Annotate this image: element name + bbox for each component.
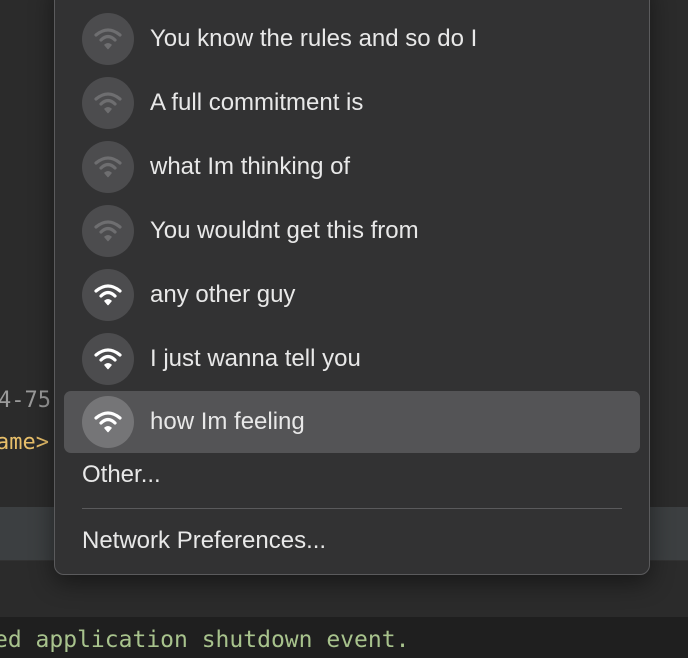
- wifi-icon: [82, 333, 134, 385]
- network-item-selected[interactable]: how Im feeling: [64, 391, 640, 453]
- network-item[interactable]: A full commitment is: [64, 72, 640, 134]
- network-name: any other guy: [150, 281, 296, 308]
- network-item[interactable]: I just wanna tell you: [64, 328, 640, 390]
- code-fragment: ame>: [0, 430, 49, 455]
- console-output: ed application shutdown event.: [0, 627, 410, 653]
- wifi-icon: [82, 141, 134, 193]
- network-name: how Im feeling: [150, 408, 305, 435]
- network-name: A full commitment is: [150, 89, 364, 116]
- network-item[interactable]: any other guy: [64, 264, 640, 326]
- network-item[interactable]: You wouldnt get this from: [64, 200, 640, 262]
- network-item[interactable]: what Im thinking of: [64, 136, 640, 198]
- other-networks-item[interactable]: Other...: [82, 461, 161, 489]
- wifi-icon: [82, 269, 134, 321]
- network-name: You wouldnt get this from: [150, 217, 419, 244]
- wifi-icon: [82, 205, 134, 257]
- code-fragment: 4-75: [0, 388, 51, 413]
- menu-separator: [82, 508, 622, 509]
- network-item[interactable]: You know the rules and so do I: [64, 8, 640, 70]
- network-name: what Im thinking of: [150, 153, 351, 180]
- wifi-icon: [82, 13, 134, 65]
- wifi-icon: [82, 396, 134, 448]
- wifi-icon: [82, 77, 134, 129]
- network-preferences-item[interactable]: Network Preferences...: [82, 527, 326, 555]
- network-name: I just wanna tell you: [150, 345, 361, 372]
- network-name: You know the rules and so do I: [150, 25, 478, 52]
